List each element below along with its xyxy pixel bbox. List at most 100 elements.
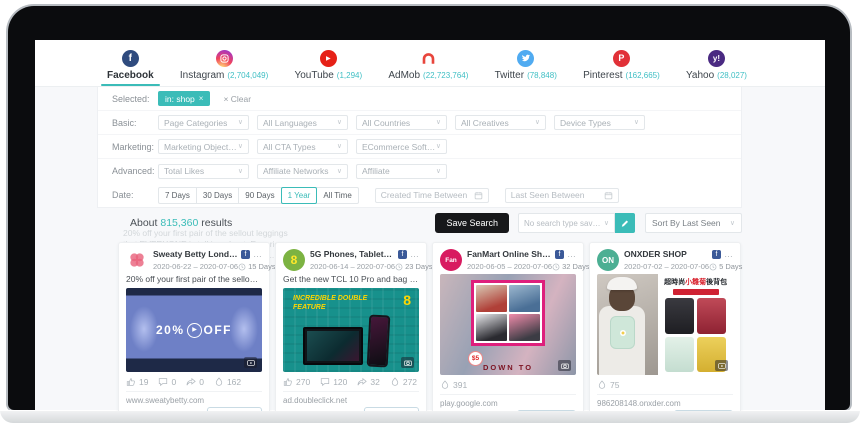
chip-close-icon[interactable]: × xyxy=(199,94,204,103)
edit-saved-search-button[interactable] xyxy=(615,213,635,233)
instagram-icon xyxy=(216,50,233,67)
stat-share: 0 xyxy=(186,377,204,387)
ad-creative-video[interactable]: 20% ▶ OFF xyxy=(126,288,262,372)
filter-select-affiliate-networks[interactable]: Affiliate Networks∨ xyxy=(257,164,348,179)
date-button-1-year[interactable]: 1 Year xyxy=(281,187,318,204)
tab-instagram[interactable]: Instagram(2,704,049) xyxy=(178,40,270,86)
tab-admob[interactable]: AdMob(22,723,764) xyxy=(386,40,470,86)
filter-row-label: Marketing: xyxy=(112,142,158,152)
saved-search-placeholder: No search type saved ... xyxy=(524,219,604,228)
ad-creative-video[interactable]: 超時尚小雛菊後背包 xyxy=(597,274,733,375)
cta-button[interactable]: Learn More xyxy=(517,410,576,411)
stat-flame: 272 xyxy=(390,377,417,387)
facebook-badge-icon: f xyxy=(712,250,721,259)
tab-label: YouTube xyxy=(294,70,333,81)
date-button-all-time[interactable]: All Time xyxy=(316,187,358,204)
filter-select-affiliate[interactable]: Affiliate∨ xyxy=(356,164,447,179)
filter-select-total-likes[interactable]: Total Likes∨ xyxy=(158,164,249,179)
last-seen-between-input[interactable]: Last Seen Between xyxy=(505,188,619,203)
date-button-7-days[interactable]: 7 Days xyxy=(158,187,197,204)
tab-twitter[interactable]: Twitter(78,848) xyxy=(493,40,559,86)
clear-filters-button[interactable]: × Clear xyxy=(223,94,251,104)
ad-stats: 391 xyxy=(440,378,576,395)
save-search-button[interactable]: Save Search xyxy=(435,213,509,233)
twitter-icon xyxy=(517,50,534,67)
filter-select-all-languages[interactable]: All Languages∨ xyxy=(257,115,348,130)
more-options-icon[interactable]: … xyxy=(567,252,576,256)
stat-flame: 162 xyxy=(214,377,241,387)
tab-facebook[interactable]: f Facebook xyxy=(105,40,156,86)
ad-creative-image[interactable]: INCREDIBLE DOUBLEFEATURE 8 xyxy=(283,288,419,372)
filter-row-date: Date: 7 Days30 Days90 Days1 YearAll Time… xyxy=(98,183,741,207)
date-button-30-days[interactable]: 30 Days xyxy=(196,187,239,204)
tab-count: (1,294) xyxy=(337,71,362,80)
tv-figure xyxy=(303,327,363,365)
ad-card[interactable]: Sweaty Betty London | Wom... f … 2020-06… xyxy=(118,242,270,411)
creative-overlay-text: INCREDIBLE DOUBLE xyxy=(293,295,367,304)
ad-card[interactable]: Fan FanMart Online Shopping - F... f … 2… xyxy=(432,242,584,411)
clock-icon xyxy=(709,263,717,271)
advertiser-name[interactable]: 5G Phones, Tablets & SIMs | ... xyxy=(310,249,395,259)
ad-card[interactable]: 8 5G Phones, Tablets & SIMs | ... f … 20… xyxy=(275,242,427,411)
filter-select-all-cta-types[interactable]: All CTA Types∨ xyxy=(257,139,348,154)
cta-button[interactable]: Shop Now xyxy=(207,407,262,411)
tab-label: Twitter xyxy=(495,70,524,81)
sort-dropdown[interactable]: Sort By Last Seen ∨ xyxy=(645,213,742,233)
filter-select-all-creatives[interactable]: All Creatives∨ xyxy=(455,115,546,130)
creative-overlay-text: FEATURE xyxy=(293,304,367,313)
filter-select-page-categories[interactable]: Page Categories∨ xyxy=(158,115,249,130)
advertiser-name[interactable]: FanMart Online Shopping - F... xyxy=(467,249,552,259)
more-options-icon[interactable]: … xyxy=(724,252,733,256)
created-time-between-input[interactable]: Created Time Between xyxy=(375,188,489,203)
creative-overlay-text: DOWN TO xyxy=(440,363,576,372)
chevron-down-icon: ∨ xyxy=(337,168,342,175)
ad-domain: play.google.com xyxy=(440,399,576,408)
filter-row-advanced: Advanced:Total Likes∨ Affiliate Networks∨… xyxy=(98,159,741,183)
date-button-90-days[interactable]: 90 Days xyxy=(238,187,281,204)
cta-button[interactable]: Shop Now xyxy=(364,407,419,411)
creative-overlay-text: OFF xyxy=(204,323,233,337)
tab-label: Yahoo xyxy=(686,70,714,81)
more-options-icon[interactable]: … xyxy=(253,252,262,256)
more-options-icon[interactable]: … xyxy=(410,252,419,256)
filter-row-label: Advanced: xyxy=(112,166,158,176)
filter-select-ecommerce-softwares[interactable]: ECommerce Softwares∨ xyxy=(356,139,447,154)
saved-search-dropdown[interactable]: No search type saved ... ∨ xyxy=(518,213,615,233)
ad-duration: 15 Days xyxy=(248,262,276,271)
tab-pinterest[interactable]: P Pinterest(162,665) xyxy=(581,40,662,86)
play-button-icon[interactable]: ▶ xyxy=(187,323,202,338)
chevron-down-icon: ∨ xyxy=(436,168,441,175)
product-collage xyxy=(471,280,545,346)
chevron-down-icon: ∨ xyxy=(535,119,540,126)
chevron-down-icon: ∨ xyxy=(238,143,243,150)
selected-filter-chip[interactable]: in: shop × xyxy=(158,91,210,106)
ad-duration: 5 Days xyxy=(719,262,742,271)
ad-date-range: 2020-06-14 – 2020-07-06 xyxy=(310,262,395,271)
filter-select-marketing-objectives[interactable]: Marketing Objectives∨ xyxy=(158,139,249,154)
yahoo-icon: y! xyxy=(708,50,725,67)
stat-comment: 0 xyxy=(158,377,176,387)
ad-card[interactable]: ON ONXDER SHOP f … 2020-07-02 – 2020-07-… xyxy=(589,242,741,411)
ad-creative-image[interactable]: $5 DOWN TO xyxy=(440,274,576,375)
chevron-down-icon: ∨ xyxy=(337,119,342,126)
filter-row-basic: Basic:Page Categories∨All Languages∨All … xyxy=(98,111,741,135)
sort-value: Sort By Last Seen xyxy=(652,218,721,228)
tab-count: (162,665) xyxy=(626,71,660,80)
facebook-badge-icon: f xyxy=(398,250,407,259)
ad-primary-text: Get the new TCL 10 Pro and bag a free TC… xyxy=(283,274,419,284)
advertiser-name[interactable]: ONXDER SHOP xyxy=(624,249,709,259)
model-photo xyxy=(597,274,658,375)
video-type-icon xyxy=(244,357,257,368)
cta-button[interactable]: Learn More xyxy=(674,410,733,411)
tab-count: (2,704,049) xyxy=(227,71,268,80)
advertiser-logo: ON xyxy=(597,249,619,271)
facebook-badge-icon: f xyxy=(241,250,250,259)
youtube-icon: ▶ xyxy=(320,50,337,67)
laptop-base xyxy=(0,410,860,423)
tab-yahoo[interactable]: y! Yahoo(28,027) xyxy=(684,40,749,86)
filter-select-device-types[interactable]: Device Types∨ xyxy=(554,115,645,130)
stat-flame: 75 xyxy=(597,380,619,390)
filter-select-all-countries[interactable]: All Countries∨ xyxy=(356,115,447,130)
advertiser-name[interactable]: Sweaty Betty London | Wom... xyxy=(153,249,238,259)
tab-youtube[interactable]: ▶ YouTube (1,294) xyxy=(292,40,364,86)
